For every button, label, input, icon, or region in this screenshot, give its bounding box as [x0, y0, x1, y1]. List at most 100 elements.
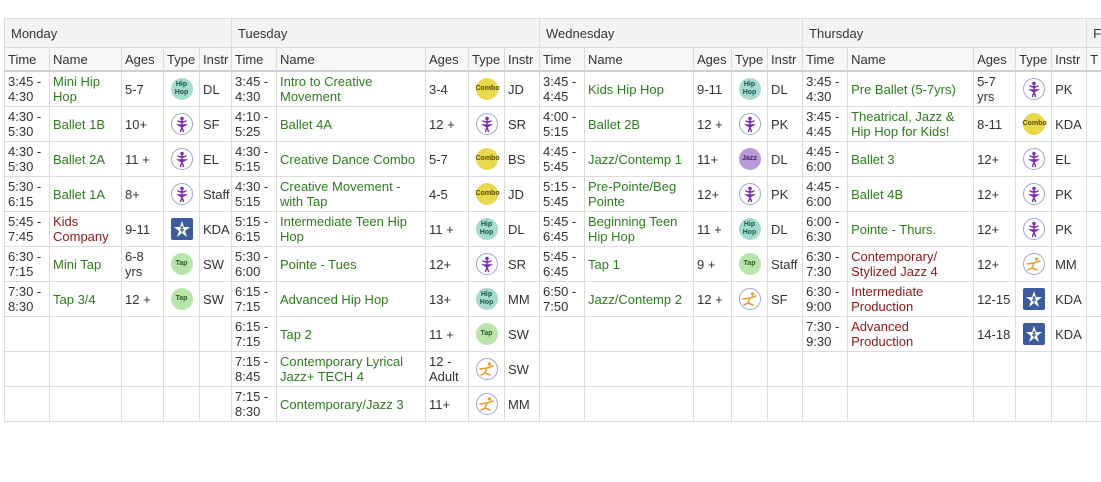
combo-icon: Combo: [475, 78, 500, 100]
empty-cell: [4, 386, 50, 422]
class-type: Hip Hop: [468, 211, 505, 247]
class-name-link[interactable]: Intermediate Teen Hip Hop: [276, 211, 426, 247]
class-time: 5:15 - 5:45: [539, 176, 586, 212]
class-instructor: DL: [767, 211, 804, 247]
class-time: 5:30 - 6:00: [231, 246, 277, 282]
class-name-link[interactable]: Ballet 1B: [49, 106, 122, 142]
day-header-row: Monday Tuesday Wednesday Thursday F: [4, 18, 1101, 48]
class-ages: 12+: [973, 211, 1017, 247]
empty-cell: [802, 351, 849, 387]
ballerina-icon: [1022, 183, 1045, 205]
class-ages: 12 +: [693, 106, 733, 142]
class-instructor: Staff: [767, 246, 804, 282]
class-name-link[interactable]: Pointe - Tues: [276, 246, 426, 282]
day-header: Wednesday: [539, 18, 804, 48]
schedule-row: 6:30 - 7:15 Mini Tap 6-8 yrs Tap SW 5:30 - 6:…: [4, 246, 1101, 282]
class-time: 3:45 - 4:30: [231, 70, 277, 107]
class-type: Tap: [731, 246, 769, 282]
class-name-link[interactable]: Kids Company: [49, 211, 122, 247]
empty-cell: [802, 386, 849, 422]
empty-cell: [584, 351, 695, 387]
column-header: Ages: [973, 47, 1017, 72]
class-name-link[interactable]: Tap 3/4: [49, 281, 122, 317]
class-name-link[interactable]: Contemporary Lyrical Jazz+ TECH 4: [276, 351, 426, 387]
column-header: Instr: [503, 47, 541, 72]
class-name-link[interactable]: Beginning Teen Hip Hop: [584, 211, 695, 247]
empty-cell: [199, 316, 232, 352]
empty-cell: [767, 351, 804, 387]
class-name-link[interactable]: Contemporary/ Stylized Jazz 4: [847, 246, 975, 282]
hip-hop-icon: Hip Hop: [738, 78, 761, 100]
class-name-link[interactable]: Kids Hip Hop: [584, 70, 695, 107]
tap-icon: Tap: [475, 323, 498, 345]
class-name-link[interactable]: Jazz/Contemp 2: [584, 281, 695, 317]
class-name-link[interactable]: Tap 2: [276, 316, 426, 352]
empty-cell: [199, 386, 232, 422]
class-name-link[interactable]: Contemporary/Jazz 3: [276, 386, 426, 422]
class-name-link[interactable]: Pointe - Thurs.: [847, 211, 975, 247]
class-type: Tap: [163, 281, 200, 317]
schedule-row: 7:15 - 8:30 Contemporary/Jazz 3 11+ MM: [4, 386, 1101, 422]
class-type: [163, 211, 200, 247]
class-name-link[interactable]: Creative Movement - with Tap: [276, 176, 426, 212]
class-time: 4:30 - 5:30: [4, 141, 50, 177]
class-name-link[interactable]: Mini Tap: [49, 246, 122, 282]
ballerina-icon: [170, 183, 193, 205]
class-name-link[interactable]: Ballet 1A: [49, 176, 122, 212]
class-time: 6:30 - 7:15: [4, 246, 50, 282]
tap-icon: Tap: [738, 253, 761, 275]
class-name-link[interactable]: Jazz/Contemp 1: [584, 141, 695, 177]
class-name-link[interactable]: Mini Hip Hop: [49, 70, 122, 107]
class-type: [731, 106, 769, 142]
day-header: Thursday: [802, 18, 1088, 48]
schedule-row: 4:30 - 5:30 Ballet 2A 11 + EL 4:30 - 5:15 Cre…: [4, 141, 1101, 177]
class-ages: 12+: [973, 246, 1017, 282]
class-ages: 12 +: [121, 281, 164, 317]
class-name-link[interactable]: Ballet 4B: [847, 176, 975, 212]
schedule-row: 4:30 - 5:30 Ballet 1B 10+ SF 4:10 - 5:25 Ball…: [4, 106, 1101, 142]
class-instructor: KDA: [1051, 281, 1088, 317]
empty-cell: [4, 316, 50, 352]
column-header: Ages: [693, 47, 733, 72]
column-header: Time: [539, 47, 586, 72]
empty-cell: [847, 386, 975, 422]
empty-cell: [1086, 176, 1101, 212]
column-header: T: [1086, 47, 1101, 72]
class-time: 3:45 - 4:30: [802, 70, 849, 107]
class-name-link[interactable]: Intro to Creative Movement: [276, 70, 426, 107]
empty-cell: [539, 351, 586, 387]
class-ages: 11 +: [693, 211, 733, 247]
class-name-link[interactable]: Pre-Pointe/Beg Pointe: [584, 176, 695, 212]
class-name-link[interactable]: Advanced Production: [847, 316, 975, 352]
class-instructor: SW: [503, 316, 541, 352]
class-ages: 12 - Adult: [425, 351, 469, 387]
class-name-link[interactable]: Intermediate Production: [847, 281, 975, 317]
class-time: 5:30 - 6:15: [4, 176, 50, 212]
contemporary-dancer-icon: [738, 288, 761, 310]
class-ages: 11+: [425, 386, 469, 422]
class-ages: 6-8 yrs: [121, 246, 164, 282]
class-ages: 8-11: [973, 106, 1017, 142]
class-name-link[interactable]: Ballet 4A: [276, 106, 426, 142]
class-instructor: DL: [767, 70, 804, 107]
class-ages: 5-7 yrs: [973, 70, 1017, 107]
empty-cell: [693, 351, 733, 387]
class-name-link[interactable]: Theatrical, Jazz & Hip Hop for Kids!: [847, 106, 975, 142]
class-type: Combo: [468, 176, 505, 212]
column-header: Instr: [767, 47, 804, 72]
empty-cell: [49, 351, 122, 387]
schedule-row: 5:30 - 6:15 Ballet 1A 8+ Staff 4:30 - 5:15 Cr…: [4, 176, 1101, 212]
class-name-link[interactable]: Tap 1: [584, 246, 695, 282]
column-header: Type: [1015, 47, 1053, 72]
column-header: Name: [584, 47, 695, 72]
class-name-link[interactable]: Pre Ballet (5-7yrs): [847, 70, 975, 107]
class-name-link[interactable]: Ballet 2A: [49, 141, 122, 177]
class-ages: 4-5: [425, 176, 469, 212]
class-name-link[interactable]: Advanced Hip Hop: [276, 281, 426, 317]
class-name-link[interactable]: Ballet 3: [847, 141, 975, 177]
class-name-link[interactable]: Creative Dance Combo: [276, 141, 426, 177]
class-name-link[interactable]: Ballet 2B: [584, 106, 695, 142]
class-type: [1015, 281, 1053, 317]
class-type: [731, 281, 769, 317]
column-header: Type: [163, 47, 200, 72]
